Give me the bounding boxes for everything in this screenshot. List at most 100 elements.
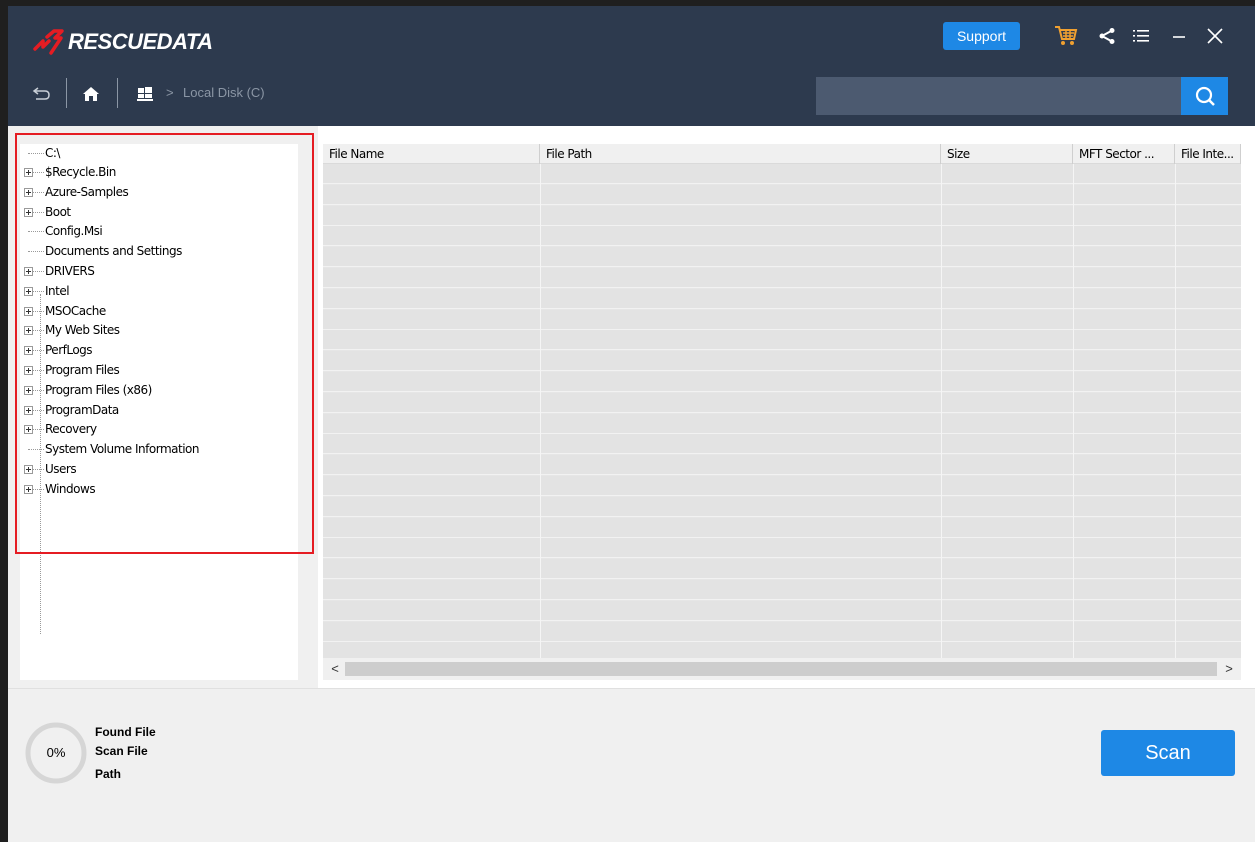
- table-row[interactable]: [323, 476, 1241, 496]
- windows-drive-icon[interactable]: [136, 82, 154, 106]
- table-row[interactable]: [323, 226, 1241, 247]
- tree-connector: [33, 370, 44, 371]
- close-icon[interactable]: [1204, 24, 1226, 48]
- table-row[interactable]: [323, 538, 1241, 559]
- column-header-file-name[interactable]: File Name: [323, 144, 540, 164]
- support-button[interactable]: Support: [943, 22, 1020, 50]
- expand-icon[interactable]: [24, 187, 33, 197]
- column-header-size[interactable]: Size: [941, 144, 1073, 164]
- tree-root[interactable]: C:\: [20, 144, 290, 163]
- search-input[interactable]: [816, 77, 1181, 115]
- tree-item[interactable]: PerfLogs: [20, 341, 290, 360]
- table-row[interactable]: [323, 413, 1241, 434]
- expand-icon[interactable]: [24, 465, 33, 474]
- menu-icon[interactable]: [1130, 24, 1152, 48]
- scroll-thumb[interactable]: [345, 662, 1217, 676]
- tree-item[interactable]: System Volume Information: [20, 440, 290, 459]
- horizontal-scrollbar[interactable]: < >: [323, 658, 1241, 680]
- table-row[interactable]: [323, 517, 1241, 538]
- expand-icon[interactable]: [24, 405, 33, 415]
- scan-button[interactable]: Scan: [1101, 730, 1235, 776]
- tree-item[interactable]: $Recycle.Bin: [20, 163, 290, 182]
- table-row[interactable]: [323, 372, 1241, 392]
- table-body[interactable]: [323, 164, 1241, 658]
- scroll-left-icon[interactable]: <: [327, 660, 343, 678]
- expand-icon[interactable]: [24, 168, 33, 177]
- tree-item[interactable]: ProgramData: [20, 401, 290, 420]
- tree-item[interactable]: Users: [20, 460, 290, 479]
- column-divider: [1175, 164, 1176, 658]
- expand-icon[interactable]: [24, 366, 33, 375]
- minimize-icon[interactable]: [1168, 24, 1190, 48]
- tree-connector: [33, 389, 44, 391]
- tree-connector: [33, 350, 44, 352]
- column-divider: [1073, 164, 1074, 658]
- expand-icon[interactable]: [24, 207, 33, 217]
- table-row[interactable]: [323, 392, 1241, 413]
- tree-item[interactable]: Program Files (x86): [20, 381, 290, 400]
- tree-item[interactable]: Recovery: [20, 420, 290, 439]
- table-row[interactable]: [323, 268, 1241, 288]
- breadcrumb-item[interactable]: Local Disk (C): [183, 85, 265, 100]
- table-row[interactable]: [323, 164, 1241, 184]
- table-row[interactable]: [323, 288, 1241, 309]
- search-button[interactable]: [1181, 77, 1228, 115]
- tree-item[interactable]: Windows: [20, 480, 290, 499]
- tree-connector: [28, 251, 44, 253]
- tree-connector: [33, 488, 44, 490]
- home-icon[interactable]: [80, 82, 102, 106]
- table-row[interactable]: [323, 247, 1241, 268]
- expand-icon[interactable]: [24, 346, 33, 356]
- expand-icon[interactable]: [24, 286, 33, 296]
- tree-item[interactable]: Documents and Settings: [20, 242, 290, 261]
- expand-icon[interactable]: [24, 484, 33, 494]
- tree-item[interactable]: My Web Sites: [20, 321, 290, 340]
- scroll-right-icon[interactable]: >: [1221, 660, 1237, 678]
- table-row[interactable]: [323, 580, 1241, 600]
- expand-icon[interactable]: [24, 267, 33, 276]
- table-row[interactable]: [323, 434, 1241, 455]
- column-header-file-path[interactable]: File Path: [540, 144, 941, 164]
- nav-bar: > Local Disk (C): [8, 76, 1255, 116]
- tree-item[interactable]: Program Files: [20, 361, 290, 380]
- expand-icon[interactable]: [24, 306, 33, 316]
- tree-item-label: Documents and Settings: [45, 244, 182, 259]
- table-row[interactable]: [323, 621, 1241, 642]
- tree-item-label: Azure-Samples: [45, 184, 129, 199]
- tree-item-label: $Recycle.Bin: [45, 165, 116, 179]
- expand-icon[interactable]: [24, 385, 33, 395]
- column-header-mft-sector[interactable]: MFT Sector ...: [1073, 144, 1175, 164]
- tree-connector: [33, 191, 44, 193]
- table-row[interactable]: [323, 184, 1241, 205]
- cart-icon[interactable]: [1053, 24, 1079, 48]
- expand-icon[interactable]: [24, 326, 33, 336]
- tree-item-label: Program Files: [45, 363, 120, 377]
- tree-item[interactable]: Config.Msi: [20, 222, 290, 241]
- table-row[interactable]: [323, 309, 1241, 330]
- tree-item-label: Boot: [45, 204, 71, 219]
- share-icon[interactable]: [1096, 24, 1118, 48]
- app-window: RESCUEDATA Support > Local Disk (C) C:\ …: [8, 6, 1255, 842]
- column-header-file-integrity[interactable]: File Inte...: [1175, 144, 1241, 164]
- table-row[interactable]: [323, 642, 1241, 658]
- folder-tree[interactable]: C:\ $Recycle.Bin Azure-Samples Boot Config.…: [20, 144, 298, 680]
- tree-item-label: Config.Msi: [45, 224, 103, 239]
- tree-root-label: C:\: [45, 146, 60, 160]
- nav-separator: [66, 78, 67, 108]
- expand-icon[interactable]: [24, 425, 33, 435]
- table-row[interactable]: [323, 351, 1241, 372]
- tree-item[interactable]: Azure-Samples: [20, 183, 290, 202]
- table-row[interactable]: [323, 600, 1241, 621]
- table-row[interactable]: [323, 559, 1241, 580]
- tree-connector: [33, 271, 44, 272]
- table-row[interactable]: [323, 205, 1241, 226]
- tree-item[interactable]: DRIVERS: [20, 262, 290, 281]
- tree-item[interactable]: Intel: [20, 282, 290, 301]
- tree-item[interactable]: MSOCache: [20, 302, 290, 321]
- back-icon[interactable]: [30, 82, 54, 106]
- table-row[interactable]: [323, 496, 1241, 517]
- tree-connector: [33, 310, 44, 312]
- tree-item[interactable]: Boot: [20, 203, 290, 222]
- table-row[interactable]: [323, 455, 1241, 476]
- table-row[interactable]: [323, 330, 1241, 351]
